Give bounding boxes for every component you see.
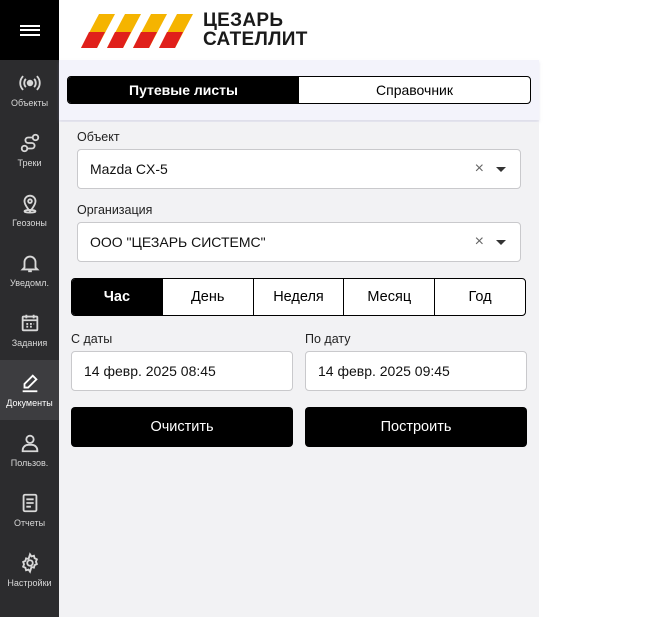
sidebar-item-label: Отчеты [13,517,46,528]
logo-stripes-icon [81,14,193,48]
to-date-input[interactable]: 14 февр. 2025 09:45 [305,351,527,391]
period-week[interactable]: Неделя [252,279,344,315]
sidebar-item-label: Объекты [10,97,49,108]
clear-object-icon[interactable]: × [475,160,484,178]
bell-icon [19,255,40,272]
object-select[interactable]: Mazda CX-5 × [77,149,521,189]
menu-button[interactable] [0,0,59,60]
sidebar-item-tracks[interactable]: Треки [0,120,59,180]
organization-value: ООО "ЦЕЗАРЬ СИСТЕМС" [90,234,266,250]
period-selector: Час День Неделя Месяц Год [71,278,526,316]
sidebar-item-label: Настройки [7,577,52,588]
sidebar-item-documents[interactable]: Документы [0,360,59,420]
logo: ЦЕЗАРЬ САТЕЛЛИТ [79,11,308,49]
header: ЦЕЗАРЬ САТЕЛЛИТ [59,0,539,60]
sidebar: Объекты Треки Геозоны Уведомл. Задания Д… [0,0,59,617]
sidebar-item-notifications[interactable]: Уведомл. [0,240,59,300]
map-pin-icon [23,194,36,214]
organization-label: Организация [77,203,153,217]
sidebar-item-users[interactable]: Пользов. [0,420,59,480]
route-icon [20,133,39,152]
sidebar-item-label: Геозоны [12,217,47,228]
chevron-down-icon[interactable] [496,240,506,245]
clear-button[interactable]: Очистить [71,407,293,447]
period-hour[interactable]: Час [72,279,162,315]
sidebar-item-label: Уведомл. [10,277,49,288]
sidebar-item-label: Пользов. [10,457,49,468]
pen-icon [22,373,38,392]
sidebar-item-objects[interactable]: Объекты [0,60,59,120]
build-button[interactable]: Построить [305,407,527,447]
tab-waybills[interactable]: Путевые листы [68,77,299,103]
logo-line2: САТЕЛЛИТ [203,29,308,50]
tab-group: Путевые листы Справочник [67,76,531,104]
sidebar-item-label: Задания [11,337,48,348]
document-icon [22,493,37,512]
user-icon [21,434,38,452]
sidebar-item-settings[interactable]: Настройки [0,540,59,600]
sidebar-item-label: Треки [17,157,42,168]
clear-organization-icon[interactable]: × [475,233,484,251]
organization-select[interactable]: ООО "ЦЕЗАРЬ СИСТЕМС" × [77,222,521,262]
sidebar-item-reports[interactable]: Отчеты [0,480,59,540]
chevron-down-icon[interactable] [496,167,506,172]
sidebar-item-geozones[interactable]: Геозоны [0,180,59,240]
sidebar-item-label: Документы [6,397,53,408]
period-day[interactable]: День [161,279,253,315]
hamburger-icon [19,22,40,38]
object-value: Mazda CX-5 [90,161,168,177]
gear-icon [21,551,38,574]
logo-line1: ЦЕЗАРЬ [203,10,284,31]
period-month[interactable]: Месяц [343,279,434,315]
object-label: Объект [77,130,120,144]
from-date-value: 14 февр. 2025 08:45 [84,363,216,379]
sidebar-item-tasks[interactable]: Задания [0,300,59,360]
from-date-input[interactable]: 14 февр. 2025 08:45 [71,351,293,391]
main-panel: Путевые листы Справочник Объект Mazda CX… [59,60,539,617]
tab-bar: Путевые листы Справочник [59,60,539,120]
broadcast-icon [18,74,41,91]
period-year[interactable]: Год [434,279,525,315]
to-date-label: По дату [305,332,351,346]
tab-directory[interactable]: Справочник [299,77,530,103]
calendar-icon [21,314,38,331]
to-date-value: 14 февр. 2025 09:45 [318,363,450,379]
from-date-label: С даты [71,332,113,346]
filter-form: Объект Mazda CX-5 × Организация ООО "ЦЕЗ… [59,122,539,617]
